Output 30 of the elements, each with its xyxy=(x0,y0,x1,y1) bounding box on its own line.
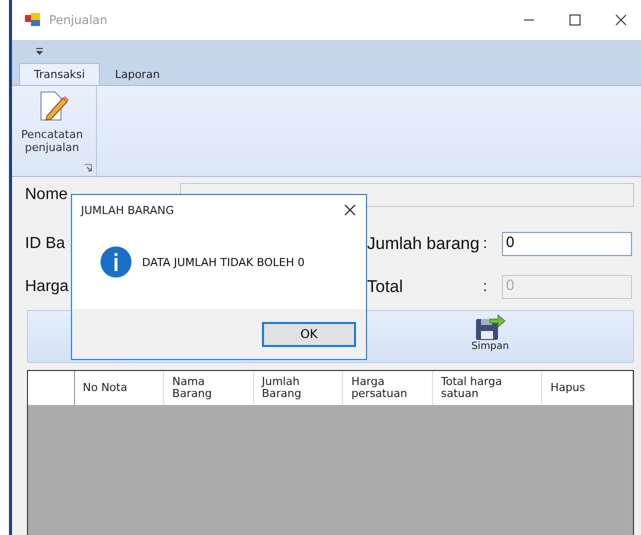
info-icon xyxy=(100,246,132,278)
column-header[interactable]: Jumlah Barang xyxy=(254,371,344,405)
field-label: ID Ba xyxy=(25,234,66,252)
colon-text: : xyxy=(483,235,488,252)
floppy-arrow-icon xyxy=(474,313,506,341)
maximize-icon[interactable] xyxy=(569,14,581,26)
field-label: Nome xyxy=(25,186,69,204)
ok-button[interactable]: OK xyxy=(262,322,356,346)
column-header[interactable]: Total harga satuan xyxy=(432,371,542,405)
column-header[interactable]: Hapus xyxy=(542,371,633,405)
ribbon-tab[interactable]: Transaksi xyxy=(19,63,100,85)
dialog-title: JUMLAH BARANG xyxy=(81,204,174,216)
close-icon[interactable] xyxy=(615,14,627,26)
dialog-launcher-icon[interactable] xyxy=(84,164,92,172)
ribbon-tab[interactable]: Laporan xyxy=(100,63,175,85)
save-button[interactable]: Simpan xyxy=(467,311,513,362)
colon-text: : xyxy=(483,278,488,295)
field-label: Jumlah barang xyxy=(367,234,480,254)
field-label: Total xyxy=(367,276,404,296)
column-header[interactable]: Nama Barang xyxy=(164,371,254,405)
field-label: Harga xyxy=(25,278,70,296)
input-field[interactable]: 0 xyxy=(502,232,632,256)
pencatatan-button[interactable]: Pencatatan penjualan xyxy=(12,86,92,154)
close-icon[interactable] xyxy=(344,204,356,216)
window-title: Penjualan xyxy=(49,13,108,27)
dropdown-icon[interactable] xyxy=(36,48,43,54)
column-header[interactable]: Harga persatuan xyxy=(343,371,433,405)
dialog-message: DATA JUMLAH TIDAK BOLEH 0 xyxy=(142,256,305,268)
app-icon xyxy=(25,13,41,27)
column-header[interactable]: No Nota xyxy=(74,371,164,405)
